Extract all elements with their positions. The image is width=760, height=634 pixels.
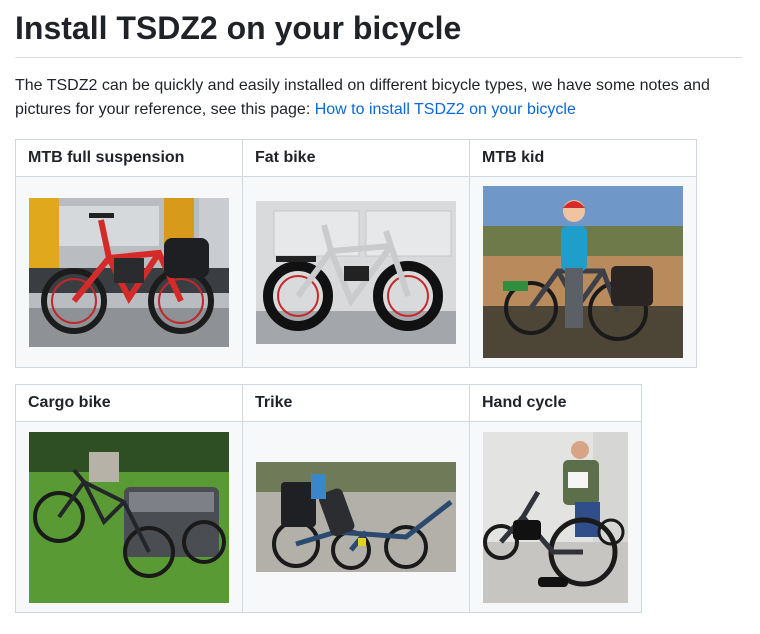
page-title: Install TSDZ2 on your bicycle — [15, 10, 462, 46]
recumbent-trike-photo[interactable] — [256, 462, 456, 572]
silver-fat-bike-photo[interactable] — [256, 200, 456, 344]
cell-mtb-full-suspension — [15, 176, 243, 368]
install-guide-link[interactable]: How to install TSDZ2 on your bicycle — [315, 101, 576, 118]
heading-divider — [15, 57, 742, 58]
header-mtb-full-suspension: MTB full suspension — [15, 139, 243, 177]
kid-on-mtb-photo[interactable] — [483, 186, 683, 358]
bike-types-table-2: Cargo bike Trike Hand cycle — [15, 384, 642, 613]
table-header-row: Cargo bike Trike Hand cycle — [15, 384, 642, 422]
intro-paragraph: The TSDZ2 can be quickly and easily inst… — [15, 74, 742, 122]
header-cargo-bike: Cargo bike — [15, 384, 243, 422]
header-trike: Trike — [242, 384, 470, 422]
cell-cargo-bike — [15, 421, 243, 613]
header-fat-bike: Fat bike — [242, 139, 470, 177]
cell-trike — [242, 421, 470, 613]
cell-fat-bike — [242, 176, 470, 368]
page: Install TSDZ2 on your bicycle The TSDZ2 … — [0, 0, 760, 634]
header-mtb-kid: MTB kid — [469, 139, 697, 177]
table-row — [15, 176, 697, 368]
cell-mtb-kid — [469, 176, 697, 368]
red-mtb-on-train-photo[interactable] — [29, 197, 229, 347]
cell-hand-cycle — [469, 421, 642, 613]
header-hand-cycle: Hand cycle — [469, 384, 642, 422]
table-row — [15, 421, 642, 613]
cargo-bike-photo[interactable] — [29, 431, 229, 603]
hand-cycle-photo[interactable] — [483, 431, 628, 603]
bike-types-table-1: MTB full suspension Fat bike MTB kid — [15, 139, 697, 368]
table-header-row: MTB full suspension Fat bike MTB kid — [15, 139, 697, 177]
